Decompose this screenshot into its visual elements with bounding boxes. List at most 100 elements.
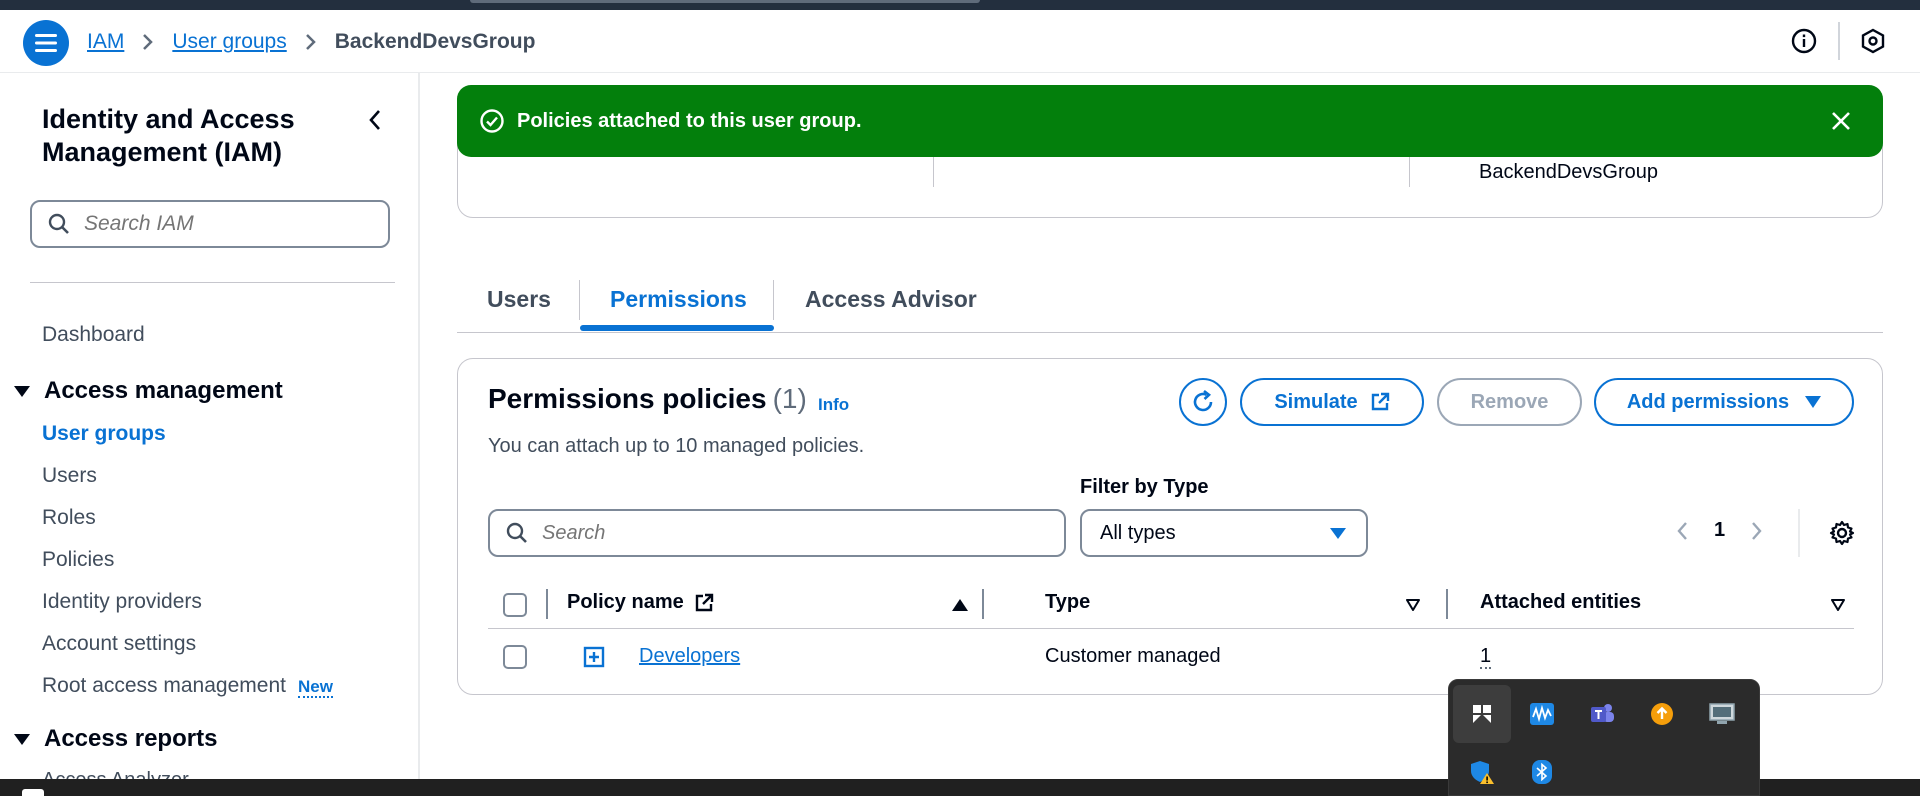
search-icon	[506, 522, 527, 543]
pagination: 1	[1676, 519, 1763, 542]
console-header: IAM User groups BackendDevsGroup	[0, 10, 1920, 73]
new-badge: New	[297, 677, 333, 698]
section-label: Access management	[44, 377, 283, 404]
sidebar-item-label: Root access management	[42, 674, 286, 697]
info-icon[interactable]	[1789, 26, 1819, 56]
chevron-right-icon	[1752, 521, 1762, 540]
sort-icon[interactable]	[1406, 599, 1420, 611]
column-type[interactable]: Type	[1045, 591, 1090, 614]
section-access-management[interactable]: Access management	[14, 377, 283, 405]
sidebar-item-policies[interactable]: Policies	[42, 548, 114, 572]
simulate-button[interactable]: Simulate	[1240, 378, 1424, 426]
windows-start-icon[interactable]	[22, 789, 44, 796]
breadcrumb-user-groups[interactable]: User groups	[172, 30, 286, 54]
tab-separator	[579, 280, 580, 320]
settings-hex-icon[interactable]	[1858, 26, 1888, 56]
next-page-button[interactable]	[1751, 521, 1763, 541]
sidebar-divider	[30, 282, 395, 283]
section-access-reports[interactable]: Access reports	[14, 725, 217, 753]
sidebar-item-root-access[interactable]: Root access management New	[42, 674, 333, 698]
tab-users[interactable]: Users	[487, 286, 551, 313]
section-label: Access reports	[44, 725, 218, 752]
sidebar-search[interactable]	[30, 200, 390, 248]
search-icon	[48, 213, 69, 234]
pager-divider	[1798, 509, 1800, 557]
sidebar-item-account-settings[interactable]: Account settings	[42, 632, 196, 656]
caret-down-icon	[14, 733, 30, 745]
column-separator	[982, 589, 984, 619]
sidebar-item-users[interactable]: Users	[42, 464, 97, 488]
chevron-left-icon	[369, 110, 380, 130]
tab-permissions[interactable]: Permissions	[610, 286, 747, 313]
caret-down-icon	[14, 385, 30, 397]
collapse-sidebar-button[interactable]	[362, 107, 388, 133]
audio-app-icon[interactable]	[1513, 685, 1571, 743]
remove-button[interactable]: Remove	[1437, 378, 1582, 426]
column-separator	[546, 589, 548, 619]
breadcrumb: IAM User groups BackendDevsGroup	[87, 30, 535, 54]
policy-name-link[interactable]: Developers	[639, 645, 740, 668]
sidebar-item-roles[interactable]: Roles	[42, 506, 96, 530]
column-policy-name[interactable]: Policy name	[567, 591, 714, 614]
policy-search-input[interactable]	[542, 521, 1042, 545]
user-group-name-value: BackendDevsGroup	[1479, 161, 1658, 183]
column-label: Policy name	[567, 591, 684, 613]
column-separator	[1446, 589, 1448, 619]
active-tab-indicator	[580, 325, 774, 331]
policy-count: (1)	[772, 383, 807, 414]
dismiss-flash-button[interactable]	[1827, 107, 1855, 135]
pin-app-icon[interactable]	[1453, 685, 1511, 743]
teams-icon[interactable]	[1573, 685, 1631, 743]
policy-type: Customer managed	[1045, 645, 1221, 667]
tab-access-advisor[interactable]: Access Advisor	[805, 286, 977, 313]
browser-tab-indicator	[470, 0, 980, 3]
display-icon[interactable]	[1693, 685, 1751, 743]
success-flashbar: Policies attached to this user group.	[457, 85, 1883, 157]
expand-plus-icon[interactable]	[583, 646, 605, 668]
previous-page-button[interactable]	[1676, 521, 1688, 541]
attached-entities-value[interactable]: 1	[1480, 645, 1492, 669]
add-permissions-button[interactable]: Add permissions	[1594, 378, 1854, 426]
permissions-title-text: Permissions policies	[488, 383, 767, 414]
flash-message: Policies attached to this user group.	[517, 109, 862, 132]
permissions-policies-card: Permissions policies (1) Info You can att…	[457, 358, 1883, 695]
breadcrumb-current: BackendDevsGroup	[334, 30, 536, 53]
group-tabs: Users Permissions Access Advisor	[457, 270, 1883, 333]
permissions-description: You can attach up to 10 managed policies…	[488, 435, 865, 457]
gear-icon	[1829, 520, 1855, 546]
row-checkbox[interactable]	[503, 645, 527, 669]
security-warning-icon[interactable]	[1453, 743, 1511, 796]
close-icon	[1832, 112, 1850, 130]
permissions-title: Permissions policies (1)	[488, 383, 807, 415]
table-preferences-button[interactable]	[1828, 519, 1856, 547]
select-all-checkbox[interactable]	[503, 593, 527, 617]
sort-icon[interactable]	[1831, 599, 1845, 611]
info-link[interactable]: Info	[818, 395, 849, 415]
refresh-icon	[1193, 389, 1213, 412]
sort-ascending-icon[interactable]	[952, 599, 968, 611]
policy-search[interactable]	[488, 509, 1066, 557]
chevron-left-icon	[1677, 521, 1687, 540]
sidebar-item-user-groups[interactable]: User groups	[42, 422, 166, 446]
breadcrumb-iam[interactable]: IAM	[87, 30, 124, 54]
search-iam-input[interactable]	[84, 212, 364, 236]
simulate-label: Simulate	[1274, 390, 1358, 413]
bluetooth-icon[interactable]	[1513, 743, 1571, 796]
browser-top-strip	[0, 0, 1920, 10]
filter-by-type-label: Filter by Type	[1080, 476, 1209, 498]
caret-down-icon	[1805, 396, 1822, 408]
header-divider	[1838, 22, 1840, 60]
refresh-button[interactable]	[1179, 378, 1227, 426]
menu-button[interactable]	[23, 20, 69, 66]
sidebar: Identity and Access Management (IAM) Das…	[0, 73, 420, 779]
sidebar-item-dashboard[interactable]: Dashboard	[42, 323, 145, 347]
column-attached-entities[interactable]: Attached entities	[1480, 591, 1641, 614]
filter-type-select[interactable]: All types	[1080, 509, 1368, 557]
hamburger-icon	[35, 34, 57, 52]
chevron-right-icon	[142, 33, 154, 51]
page-number[interactable]: 1	[1714, 519, 1725, 542]
update-icon[interactable]	[1633, 685, 1691, 743]
system-tray-overflow	[1448, 679, 1760, 796]
check-circle-icon	[480, 109, 504, 133]
sidebar-item-identity-providers[interactable]: Identity providers	[42, 590, 202, 614]
